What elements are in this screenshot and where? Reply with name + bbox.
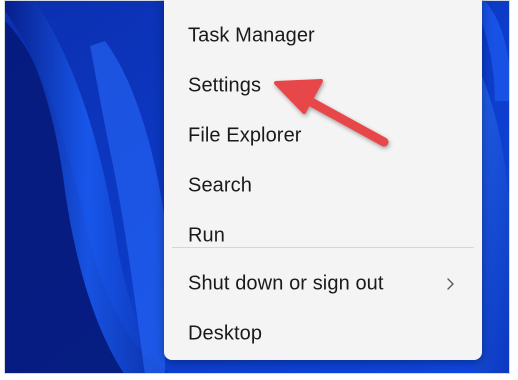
menu-item-desktop[interactable]: Desktop xyxy=(170,314,476,354)
menu-item-label: Search xyxy=(188,174,252,197)
menu-item-label: Settings xyxy=(188,74,262,97)
menu-item-task-manager[interactable]: Task Manager xyxy=(170,16,476,56)
menu-item-label: Shut down or sign out xyxy=(188,272,384,295)
screenshot-frame: Task Manager Settings File Explorer Sear… xyxy=(0,0,518,380)
menu-item-settings[interactable]: Settings xyxy=(170,66,476,106)
menu-item-label: Task Manager xyxy=(188,24,315,47)
menu-item-search[interactable]: Search xyxy=(170,166,476,206)
menu-item-run[interactable]: Run xyxy=(170,216,476,256)
chevron-right-icon xyxy=(447,278,454,290)
context-menu: Task Manager Settings File Explorer Sear… xyxy=(164,0,482,360)
menu-item-shut-down[interactable]: Shut down or sign out xyxy=(170,264,476,304)
menu-item-label: Desktop xyxy=(188,322,263,345)
menu-separator xyxy=(172,247,474,248)
menu-item-label: File Explorer xyxy=(188,124,302,147)
menu-item-file-explorer[interactable]: File Explorer xyxy=(170,116,476,156)
menu-item-label: Run xyxy=(188,224,225,247)
